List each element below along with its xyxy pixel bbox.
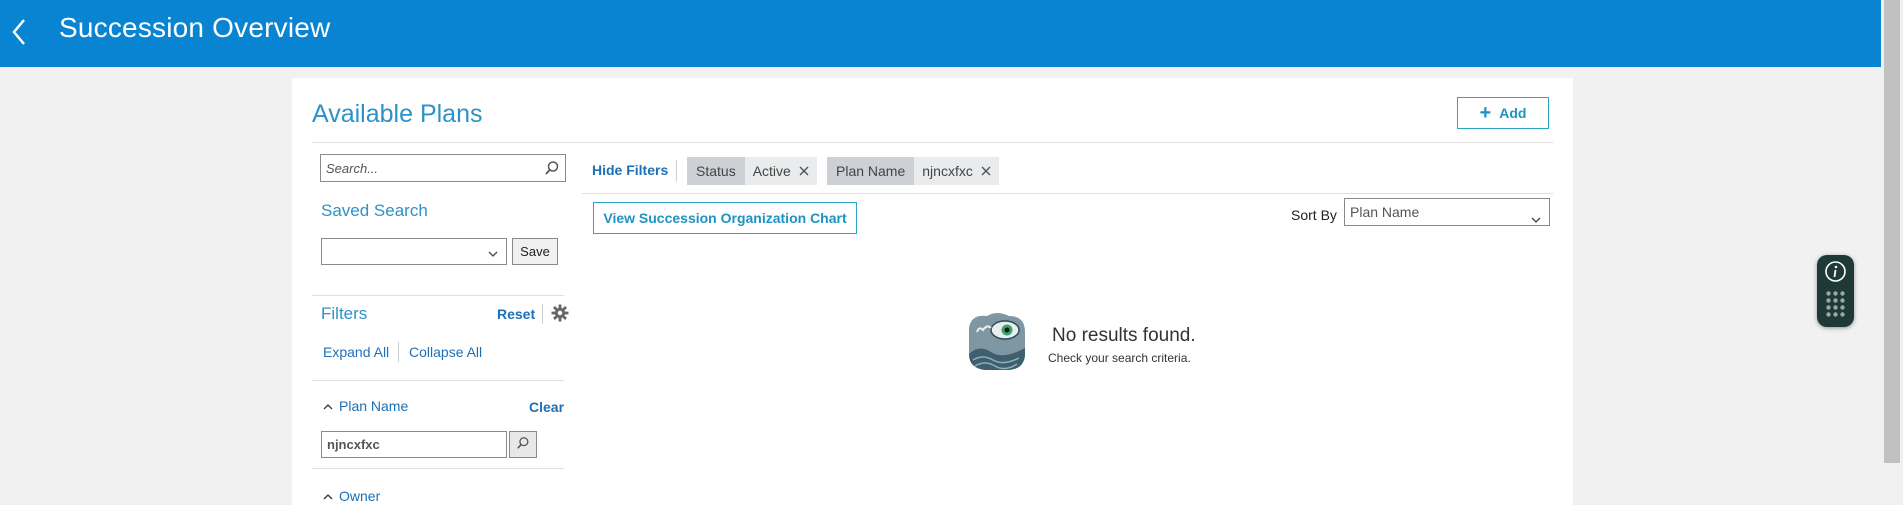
chevron-up-icon: [323, 488, 333, 504]
gear-icon[interactable]: [551, 304, 569, 326]
filters-divider: [312, 380, 564, 381]
floating-help-panel[interactable]: [1817, 255, 1854, 327]
hide-filters-separator: [676, 160, 677, 182]
clear-plan-name-link[interactable]: Clear: [529, 399, 564, 415]
plan-name-section-label: Plan Name: [339, 398, 409, 414]
saved-search-select[interactable]: [321, 238, 507, 265]
available-plans-card: Available Plans + Add Saved Search Save …: [292, 78, 1573, 505]
filter-chip-status: Status Active: [687, 157, 817, 185]
hide-filters-link[interactable]: Hide Filters: [592, 162, 668, 178]
save-search-button[interactable]: Save: [512, 238, 558, 265]
chips-divider: [582, 193, 1553, 194]
plan-name-section-header[interactable]: Plan Name: [323, 398, 408, 414]
saved-search-label: Saved Search: [321, 201, 428, 220]
card-title: Available Plans: [312, 100, 483, 128]
sort-by-value: Plan Name: [1350, 204, 1420, 220]
title-divider: [312, 142, 1553, 143]
filter-chip-plan-name: Plan Name njncxfxc: [827, 157, 999, 185]
view-org-chart-button[interactable]: View Succession Organization Chart: [593, 202, 857, 234]
reset-separator: [542, 304, 543, 324]
add-button[interactable]: + Add: [1457, 97, 1549, 129]
chevron-down-icon: [1530, 207, 1542, 233]
search-icon: [516, 436, 530, 454]
reset-filters-link[interactable]: Reset: [497, 306, 535, 322]
chevron-up-icon: [323, 398, 333, 414]
chip-value: njncxfxc: [914, 157, 973, 185]
chevron-down-icon: [487, 246, 499, 263]
grid-dots-icon[interactable]: [1825, 290, 1846, 322]
search-field[interactable]: [320, 154, 566, 182]
owner-section-label: Owner: [339, 488, 381, 504]
scrollbar-thumb[interactable]: [1884, 0, 1900, 463]
add-button-label: Add: [1499, 105, 1527, 121]
header-bar: Succession Overview: [0, 0, 1881, 67]
page-title: Succession Overview: [59, 12, 331, 43]
no-results-illustration: [963, 308, 1029, 378]
collapse-all-link[interactable]: Collapse All: [409, 344, 482, 360]
filters-label: Filters: [321, 304, 368, 323]
chip-value: Active: [744, 157, 791, 185]
plan-name-input[interactable]: njncxfxc: [321, 431, 507, 458]
search-input[interactable]: [321, 155, 531, 181]
chip-key: Status: [687, 157, 745, 185]
plus-icon: +: [1479, 102, 1492, 124]
owner-section-header[interactable]: Owner: [323, 488, 380, 504]
search-icon[interactable]: [544, 160, 560, 180]
expand-all-link[interactable]: Expand All: [323, 344, 389, 360]
sort-by-label: Sort By: [1291, 207, 1337, 223]
info-icon[interactable]: [1824, 260, 1847, 287]
back-arrow-icon[interactable]: [6, 14, 36, 50]
sort-by-select[interactable]: Plan Name: [1344, 198, 1550, 226]
page-scrollbar[interactable]: [1881, 0, 1903, 505]
plan-name-divider: [312, 468, 564, 469]
close-icon[interactable]: [790, 157, 817, 185]
close-icon[interactable]: [972, 157, 999, 185]
no-results-subtitle: Check your search criteria.: [1048, 351, 1191, 365]
chip-key: Plan Name: [827, 157, 915, 185]
expand-collapse-separator: [398, 342, 399, 362]
saved-search-divider: [312, 295, 564, 296]
plan-name-search-button[interactable]: [509, 431, 537, 458]
no-results-title: No results found.: [1052, 325, 1196, 346]
